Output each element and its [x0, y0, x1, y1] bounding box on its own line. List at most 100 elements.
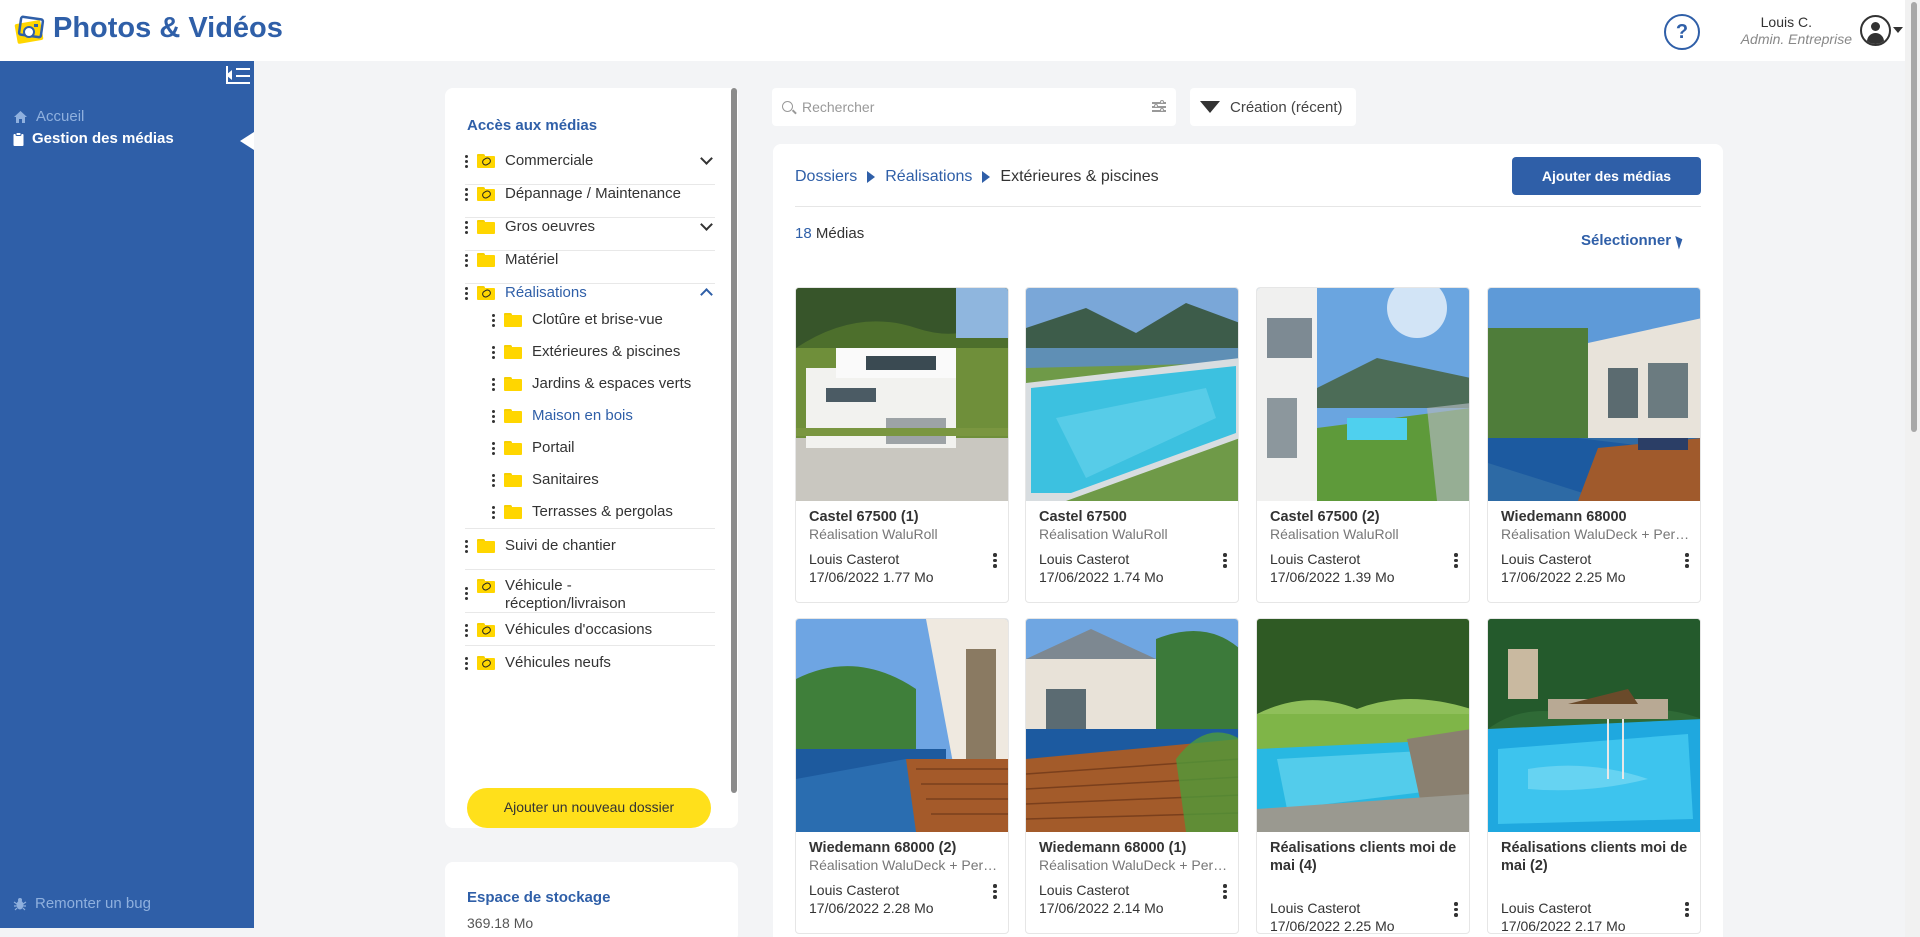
drag-handle-icon[interactable]	[465, 152, 471, 168]
more-options-icon[interactable]	[1223, 884, 1227, 899]
breadcrumb-link-dossiers[interactable]: Dossiers	[795, 168, 857, 186]
report-bug-link[interactable]: Remonter un bug	[13, 895, 151, 912]
subfolder-item-maison-bois[interactable]: Maison en bois	[492, 407, 715, 439]
drag-handle-icon[interactable]	[465, 537, 471, 553]
more-options-icon[interactable]	[1454, 902, 1458, 917]
select-button[interactable]: Sélectionner	[1581, 232, 1685, 250]
drag-handle-icon[interactable]	[492, 343, 498, 359]
subfolder-item-cloture[interactable]: Clotûre et brise-vue	[492, 311, 715, 343]
filter-settings-icon[interactable]	[1152, 100, 1166, 113]
media-meta: 17/06/2022 1.74 Mo	[1039, 569, 1164, 585]
search-input[interactable]	[802, 96, 1132, 118]
caret-down-icon[interactable]	[1893, 27, 1903, 33]
folder-item-depannage[interactable]: Dépannage / Maintenance	[465, 185, 715, 218]
drag-handle-icon[interactable]	[492, 375, 498, 391]
media-card[interactable]: Castel 67500 (1) Réalisation WaluRoll Lo…	[795, 287, 1009, 603]
more-options-icon[interactable]	[993, 553, 997, 568]
media-thumbnail[interactable]	[1257, 619, 1469, 832]
drag-handle-icon[interactable]	[492, 407, 498, 423]
more-options-icon[interactable]	[993, 884, 997, 899]
folder-label: Sanitaires	[532, 471, 599, 488]
sort-button[interactable]: Création (récent)	[1190, 88, 1356, 126]
more-options-icon[interactable]	[1454, 553, 1458, 568]
sidebar-item-accueil[interactable]: Accueil	[13, 108, 84, 125]
media-thumbnail[interactable]	[796, 619, 1008, 832]
media-title: Castel 67500	[1039, 509, 1127, 525]
drag-handle-icon[interactable]	[465, 621, 471, 637]
media-author: Louis Casterot	[1039, 551, 1130, 567]
media-thumbnail[interactable]	[1026, 619, 1238, 832]
user-avatar-icon[interactable]	[1860, 15, 1891, 46]
media-title: Castel 67500 (1)	[809, 509, 919, 525]
app-logo-icon	[14, 15, 45, 44]
folder-item-suivi-chantier[interactable]: Suivi de chantier	[465, 537, 715, 570]
media-thumbnail[interactable]	[1026, 288, 1238, 501]
media-thumbnail[interactable]	[1488, 288, 1700, 501]
chevron-up-icon[interactable]	[700, 288, 713, 301]
media-author: Louis Casterot	[1039, 882, 1130, 898]
more-options-icon[interactable]	[1685, 553, 1689, 568]
drag-handle-icon[interactable]	[465, 218, 471, 234]
help-button[interactable]: ?	[1664, 14, 1700, 50]
chevron-down-icon[interactable]	[700, 218, 713, 231]
media-card[interactable]: Wiedemann 68000 Réalisation WaluDeck + P…	[1487, 287, 1701, 603]
add-folder-button[interactable]: Ajouter un nouveau dossier	[467, 788, 711, 828]
drag-handle-icon[interactable]	[492, 503, 498, 519]
folder-item-commerciale[interactable]: Commerciale	[465, 152, 715, 185]
media-author: Louis Casterot	[1501, 551, 1592, 567]
media-title: Wiedemann 68000	[1501, 509, 1627, 525]
drag-handle-icon[interactable]	[465, 251, 471, 267]
media-card[interactable]: Wiedemann 68000 (1) Réalisation WaluDeck…	[1025, 618, 1239, 934]
folder-item-vehicules-neufs[interactable]: Véhicules neufs	[465, 646, 715, 679]
media-subtitle: Réalisation WaluRoll	[1270, 526, 1399, 542]
more-options-icon[interactable]	[1223, 553, 1227, 568]
drag-handle-icon[interactable]	[465, 654, 471, 670]
folder-label: Clotûre et brise-vue	[532, 311, 663, 328]
media-card[interactable]: Réalisations clients moi de mai (4) Loui…	[1256, 618, 1470, 934]
user-role: Admin. Entreprise	[1740, 31, 1852, 47]
media-thumbnail[interactable]	[1257, 288, 1469, 501]
folder-label: Terrasses & pergolas	[532, 503, 673, 520]
media-card[interactable]: Castel 67500 Réalisation WaluRoll Louis …	[1025, 287, 1239, 603]
media-author: Louis Casterot	[1270, 900, 1361, 916]
media-meta: 17/06/2022 2.14 Mo	[1039, 900, 1164, 916]
folder-label: Maison en bois	[532, 407, 633, 424]
subfolder-item-sanitaires[interactable]: Sanitaires	[492, 471, 715, 503]
drag-handle-icon[interactable]	[465, 577, 471, 600]
folder-label: Commerciale	[505, 152, 594, 169]
folder-item-realisations[interactable]: Réalisations	[465, 284, 715, 310]
folder-item-vehicules-occasions[interactable]: Véhicules d'occasions	[465, 613, 715, 646]
drag-handle-icon[interactable]	[465, 284, 471, 300]
media-thumbnail[interactable]	[796, 288, 1008, 501]
media-thumbnail[interactable]	[1488, 619, 1700, 832]
subfolder-item-exterieures[interactable]: Extérieures & piscines	[492, 343, 715, 375]
subfolder-item-jardins[interactable]: Jardins & espaces verts	[492, 375, 715, 407]
drag-handle-icon[interactable]	[465, 185, 471, 201]
media-card[interactable]: Wiedemann 68000 (2) Réalisation WaluDeck…	[795, 618, 1009, 934]
chevron-down-icon[interactable]	[700, 152, 713, 165]
page-scrollbar-thumb[interactable]	[1911, 2, 1917, 432]
media-card[interactable]: Castel 67500 (2) Réalisation WaluRoll Lo…	[1256, 287, 1470, 603]
subfolder-item-terrasses[interactable]: Terrasses & pergolas	[465, 503, 715, 529]
folder-panel-scrollbar[interactable]	[731, 88, 737, 793]
cursor-icon	[1675, 233, 1685, 250]
add-media-button[interactable]: Ajouter des médias	[1512, 157, 1701, 195]
sidebar-item-gestion-medias[interactable]: Gestion des médias	[13, 130, 174, 147]
folder-item-gros-oeuvres[interactable]: Gros oeuvres	[465, 218, 715, 251]
folder-item-materiel[interactable]: Matériel	[465, 251, 715, 284]
folder-label: Véhicule - réception/livraison	[505, 577, 626, 612]
media-title: Réalisations clients moi de mai (2)	[1501, 840, 1688, 874]
folder-panel-title: Accès aux médias	[467, 117, 598, 134]
media-card[interactable]: Réalisations clients moi de mai (2) Loui…	[1487, 618, 1701, 934]
more-options-icon[interactable]	[1685, 902, 1689, 917]
drag-handle-icon[interactable]	[492, 471, 498, 487]
folder-item-vehicule-reception[interactable]: Véhicule - réception/livraison	[465, 570, 715, 613]
drag-handle-icon[interactable]	[492, 439, 498, 455]
breadcrumb-link-realisations[interactable]: Réalisations	[885, 168, 972, 186]
subfolder-item-portail[interactable]: Portail	[492, 439, 715, 471]
media-meta: 17/06/2022 1.39 Mo	[1270, 569, 1395, 585]
drag-handle-icon[interactable]	[492, 311, 498, 327]
sidebar-item-label: Gestion des médias	[32, 130, 174, 147]
collapse-menu-icon[interactable]	[226, 66, 250, 88]
media-author: Louis Casterot	[809, 551, 900, 567]
